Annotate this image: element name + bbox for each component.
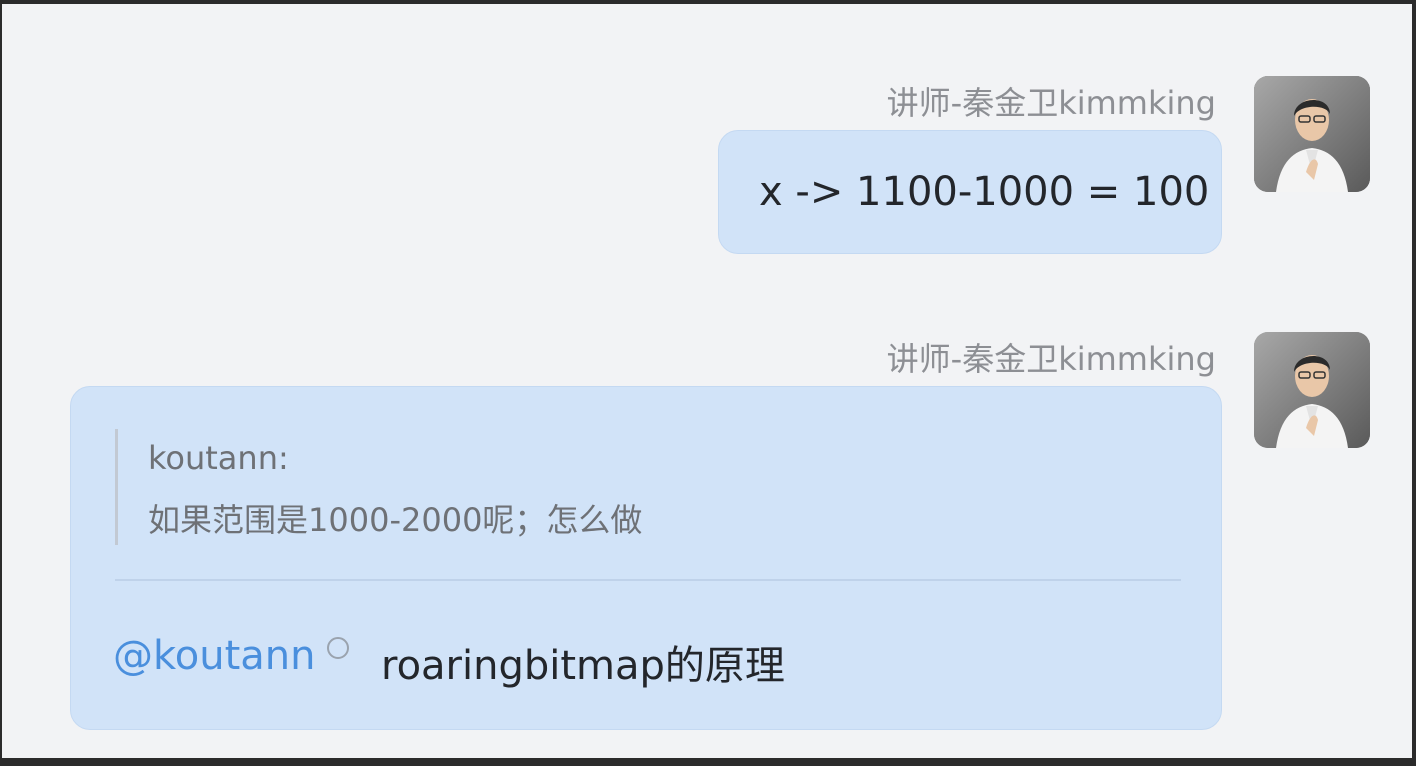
sender-name[interactable]: 讲师-秦金卫kimmking: [887, 78, 1216, 124]
person-photo-icon: [1254, 332, 1370, 448]
avatar[interactable]: [1254, 76, 1370, 192]
quote-text: 如果范围是1000-2000呢；怎么做: [148, 501, 643, 539]
mention-link[interactable]: @koutann: [113, 633, 315, 679]
quoted-message[interactable]: koutann: 如果范围是1000-2000呢；怎么做: [115, 429, 815, 545]
message-bubble[interactable]: x -> 1100-1000 = 100: [718, 130, 1222, 254]
message-bubble[interactable]: koutann: 如果范围是1000-2000呢；怎么做 @koutann ro…: [70, 386, 1222, 730]
message-text: x -> 1100-1000 = 100: [759, 169, 1210, 215]
previous-content-edge: [1012, 4, 1392, 12]
chat-area[interactable]: 讲师-秦金卫kimmking x -> 1100-1000 = 100 讲师-秦…: [2, 4, 1412, 758]
sender-name[interactable]: 讲师-秦金卫kimmking: [887, 334, 1216, 380]
quote-author: koutann:: [148, 439, 289, 477]
window-frame: 讲师-秦金卫kimmking x -> 1100-1000 = 100 讲师-秦…: [0, 0, 1416, 766]
person-photo-icon: [1254, 76, 1370, 192]
avatar[interactable]: [1254, 332, 1370, 448]
message-text: roaringbitmap的原理: [381, 643, 785, 689]
quote-divider: [115, 579, 1181, 581]
circle-icon: [327, 637, 349, 659]
